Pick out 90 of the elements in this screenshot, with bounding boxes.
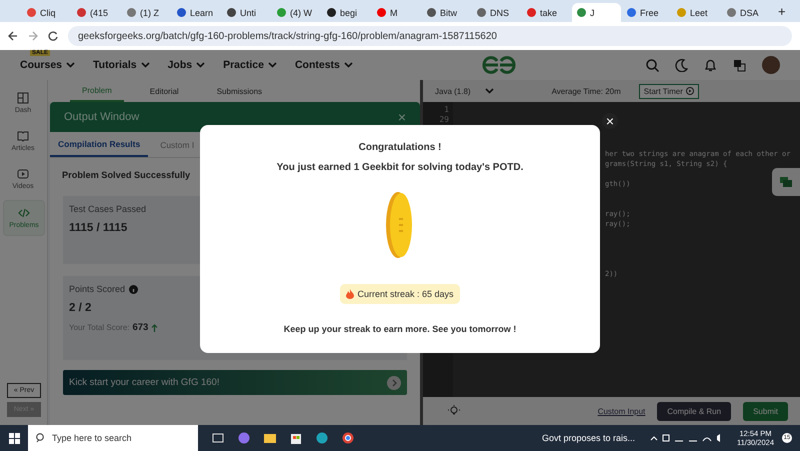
- site-favicon: [477, 8, 486, 17]
- site-favicon: [127, 8, 136, 17]
- address-bar[interactable]: geeksforgeeks.org/batch/gfg-160-problems/track/string-gfg-160/problem/anagram-1587115620: [68, 26, 792, 46]
- promo-banner[interactable]: Kick start your career with GfG 160!: [63, 370, 407, 395]
- line-number: 29: [438, 115, 449, 125]
- browser-tab[interactable]: Free: [622, 3, 671, 22]
- points-value: 2 / 2: [69, 302, 92, 314]
- custom-input-link[interactable]: Custom Input: [598, 406, 646, 416]
- site-favicon: [77, 8, 86, 17]
- streak-badge: Current streak : 65 days: [340, 284, 460, 304]
- chat-icon: [780, 176, 792, 188]
- arrow-up-icon: [151, 324, 158, 332]
- site-favicon: [677, 8, 686, 17]
- browser-tab[interactable]: (1) Z: [122, 3, 171, 22]
- browser-tab[interactable]: Bitw: [422, 3, 471, 22]
- nav-menu-item[interactable]: Jobs: [168, 59, 206, 71]
- code-icon: [18, 207, 30, 219]
- chevron-down-icon: [484, 88, 494, 94]
- bell-icon[interactable]: [704, 58, 717, 72]
- compile-run-button[interactable]: Compile & Run: [657, 402, 732, 420]
- windows-start-icon[interactable]: [8, 432, 20, 444]
- chat-button[interactable]: [772, 168, 800, 196]
- back-icon[interactable]: [8, 31, 18, 41]
- folder-icon[interactable]: [264, 432, 276, 444]
- news-widget[interactable]: Govt proposes to rais...: [542, 433, 636, 443]
- chevron-down-icon: [268, 62, 277, 68]
- play-circle-icon: [686, 87, 694, 95]
- reload-icon[interactable]: [48, 31, 58, 41]
- average-time: Average Time: 20m: [552, 86, 621, 96]
- browser-tab[interactable]: Unti: [222, 3, 271, 22]
- site-favicon: [727, 8, 736, 17]
- problem-tab[interactable]: Submissions: [204, 80, 274, 102]
- site-favicon: [27, 8, 36, 17]
- moon-icon[interactable]: [675, 58, 688, 72]
- new-tab-button[interactable]: +: [772, 4, 792, 22]
- site-favicon: [177, 8, 186, 17]
- close-button[interactable]: ×: [398, 109, 406, 125]
- chrome-icon[interactable]: [342, 432, 354, 444]
- site-favicon: [377, 8, 386, 17]
- tests-value: 1115 / 1115: [69, 222, 128, 234]
- video-icon: [17, 168, 29, 180]
- site-favicon: [277, 8, 286, 17]
- fire-icon: [346, 289, 354, 299]
- browser-tab[interactable]: DSA: [722, 3, 771, 22]
- search-icon[interactable]: [646, 58, 659, 72]
- browser-tab[interactable]: M: [372, 3, 421, 22]
- task-view-icon[interactable]: [212, 432, 224, 444]
- browser-tab[interactable]: Leet: [672, 3, 721, 22]
- taskbar-search-field[interactable]: Type here to search: [28, 425, 198, 451]
- points-label: Points Scored: [69, 284, 126, 294]
- status-text: Problem Solved Successfully: [61, 169, 192, 182]
- browser-tab[interactable]: take: [522, 3, 571, 22]
- site-favicon: [627, 8, 636, 17]
- info-icon[interactable]: [129, 284, 138, 294]
- browser-tab[interactable]: (4) W: [272, 3, 321, 22]
- coin-icon: [386, 191, 414, 259]
- nav-menu-item[interactable]: Contests: [294, 59, 353, 71]
- tests-label: Test Cases Passed: [69, 204, 148, 214]
- banner-text: Kick start your career with GfG 160!: [69, 377, 220, 388]
- site-favicon: [327, 8, 336, 17]
- search-icon: [36, 433, 46, 443]
- line-number: 1: [443, 105, 449, 115]
- site-favicon: [427, 8, 436, 17]
- book-icon: [17, 130, 29, 142]
- output-window-title: Output Window: [64, 111, 140, 123]
- chevron-down-icon: [140, 62, 150, 68]
- browser-tab[interactable]: begi: [322, 3, 371, 22]
- submit-button[interactable]: Submit: [743, 402, 788, 420]
- language-dropdown[interactable]: Java (1.8): [435, 86, 494, 96]
- avatar-icon[interactable]: [762, 56, 780, 74]
- browser-tab[interactable]: J: [572, 3, 621, 22]
- problem-tab[interactable]: Editorial: [138, 80, 191, 102]
- total-score-value: 673: [132, 322, 148, 333]
- browser-tab[interactable]: Cliq: [22, 3, 71, 22]
- chevron-down-icon: [66, 62, 76, 68]
- browser-tab[interactable]: (415: [72, 3, 121, 22]
- nav-menu-item[interactable]: Tutorials: [93, 59, 150, 71]
- chevron-down-icon: [344, 62, 353, 68]
- browser-tab[interactable]: Learn: [172, 3, 221, 22]
- dashboard-icon: [17, 92, 29, 104]
- store-icon[interactable]: [290, 432, 302, 444]
- logo-icon[interactable]: [481, 56, 518, 74]
- site-favicon: [527, 8, 536, 17]
- site-favicon: [227, 8, 236, 17]
- start-timer-button[interactable]: Start Timer: [638, 84, 699, 98]
- site-favicon: [577, 8, 586, 17]
- nav-menu-item[interactable]: Practice: [223, 59, 277, 71]
- browser-tab[interactable]: DNS: [472, 3, 521, 22]
- output-tab[interactable]: Compilation Results: [50, 132, 148, 157]
- chevron-down-icon: [196, 62, 206, 68]
